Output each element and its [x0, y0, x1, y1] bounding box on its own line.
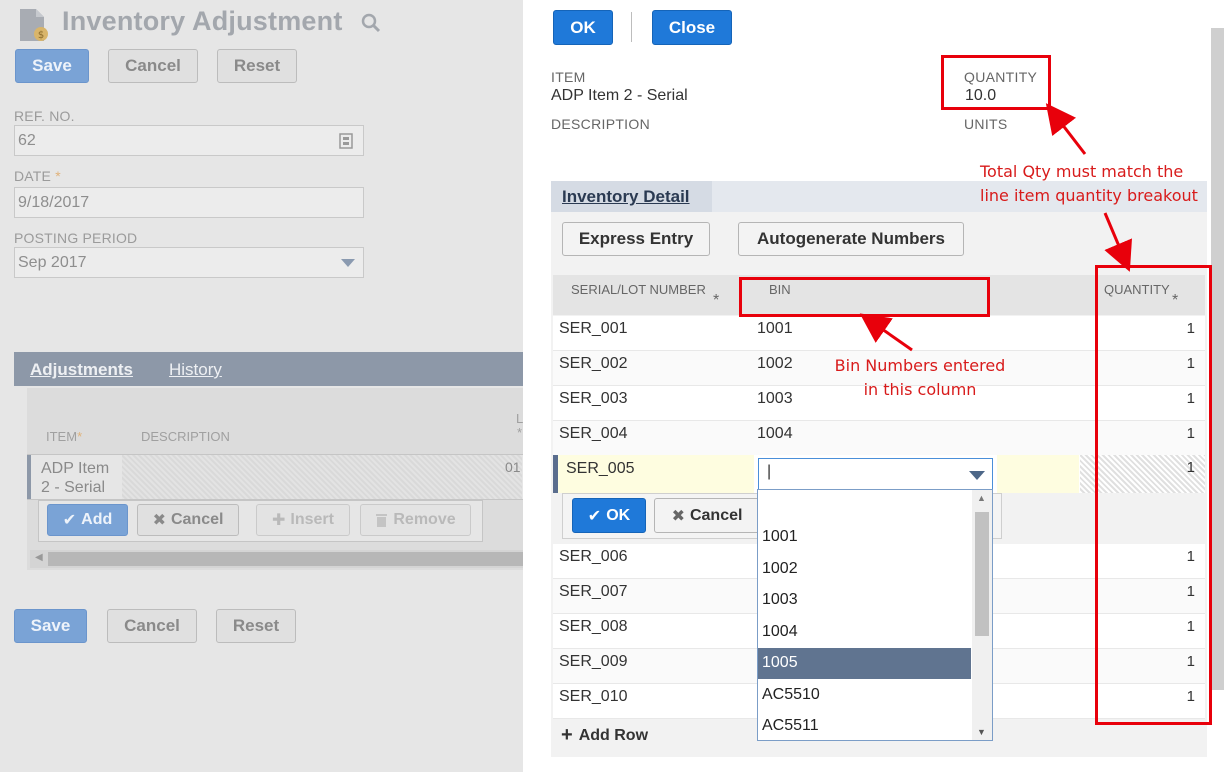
arrow-to-quantity	[1045, 103, 1087, 155]
arrow-to-bin-column	[859, 313, 913, 352]
annotation-arrows	[859, 103, 1132, 352]
arrow-to-quantity-column	[1103, 212, 1132, 272]
